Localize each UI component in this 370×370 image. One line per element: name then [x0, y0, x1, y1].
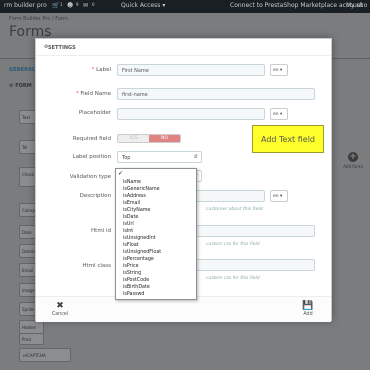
placeholder-input[interactable]: [117, 108, 265, 120]
validation-option[interactable]: isBirthDate: [123, 285, 150, 290]
validation-type-label: Validation type: [69, 174, 111, 180]
label-input[interactable]: First Name: [117, 64, 265, 76]
required-toggle[interactable]: YES NO: [117, 134, 181, 143]
field-name-input[interactable]: first-name: [117, 88, 315, 100]
field-type-prod[interactable]: Prod: [19, 333, 44, 345]
html-class-hint: custom css for this field: [206, 276, 260, 281]
validation-option[interactable]: isPercentage: [123, 257, 154, 262]
app-title[interactable]: rm builder pro: [4, 2, 47, 9]
html-class-label: Html class: [82, 263, 111, 269]
add-text-field-tag: Add Text field: [252, 125, 324, 153]
tab-general[interactable]: GENERAL: [9, 67, 35, 73]
field-name-label: * Field Name: [75, 91, 111, 97]
plus-icon: +: [348, 152, 358, 162]
quick-access-menu[interactable]: Quick Access ▾: [121, 2, 165, 9]
validation-option[interactable]: isGenericName: [123, 187, 160, 192]
add-form-button[interactable]: + Add formi: [338, 152, 368, 169]
field-type-hidden[interactable]: Hidden: [19, 320, 44, 334]
label-field-label: * Label: [91, 67, 111, 73]
validation-option[interactable]: isPasswd: [123, 292, 144, 297]
validation-option[interactable]: isName: [123, 180, 141, 185]
breadcrumb: Form Builder Pro / Form: [9, 16, 68, 22]
validation-option[interactable]: isUnsignedFloat: [123, 250, 161, 255]
validation-option[interactable]: isUrl: [123, 222, 134, 227]
validation-option[interactable]: isPostCode: [123, 278, 149, 283]
label-language-select[interactable]: en ▾: [270, 64, 288, 76]
cancel-label: Cancel: [51, 312, 69, 317]
validation-option[interactable]: isInt: [123, 229, 133, 234]
add-form-label: Add formi: [343, 164, 363, 169]
required-yes-option[interactable]: YES: [118, 135, 149, 142]
cancel-button[interactable]: ✖ Cancel: [48, 301, 72, 321]
description-label: Description: [79, 193, 111, 199]
label-position-value: Top: [122, 155, 131, 161]
my-shop-link[interactable]: My sho: [346, 2, 367, 9]
cart-icon[interactable]: 🛒: [52, 2, 59, 9]
placeholder-label: Placeholder: [78, 110, 111, 116]
modal-title: SETTINGS: [48, 45, 76, 51]
html-id-hint: custom css for this field: [206, 242, 260, 247]
description-hint: customer about this field.: [206, 207, 264, 212]
validation-option[interactable]: isFloat: [123, 243, 139, 248]
validation-option[interactable]: isEmail: [123, 201, 140, 206]
top-bar: rm builder pro 🛒 1 ☻ 9 ✉ 0 Quick Access …: [0, 0, 370, 13]
required-label: Required field: [72, 136, 111, 142]
validation-option[interactable]: isString: [123, 271, 141, 276]
validation-option[interactable]: isPrice: [123, 264, 139, 269]
users-count: 9: [76, 2, 79, 7]
validation-option[interactable]: isCityName: [123, 208, 150, 213]
validation-option[interactable]: isUnsignedInt: [123, 236, 156, 241]
save-icon: 💾: [302, 301, 314, 311]
users-icon[interactable]: ☻: [67, 2, 73, 9]
messages-count: 0: [92, 2, 95, 7]
validation-option[interactable]: isDate: [123, 215, 138, 220]
add-label: Add: [303, 312, 313, 317]
connect-link[interactable]: Connect to PrestaShop Marketplace accoun…: [230, 2, 363, 9]
chevron-updown-icon: ⇵: [193, 154, 198, 160]
checkmark-icon: ✓: [118, 170, 124, 177]
modal-header: ⚙ SETTINGS: [36, 39, 331, 56]
form-section-heading: ⚙ FORM: [9, 83, 32, 89]
cart-count: 1: [60, 2, 63, 7]
placeholder-language-select[interactable]: en ▾: [270, 108, 288, 120]
messages-icon[interactable]: ✉: [83, 2, 88, 9]
add-button[interactable]: 💾 Add: [296, 301, 320, 321]
label-position-select[interactable]: Top ⇵: [117, 151, 202, 163]
description-language-select[interactable]: en ▾: [270, 190, 288, 202]
validation-type-dropdown[interactable]: ✓ isName isGenericName isAddress isEmail…: [115, 168, 197, 300]
required-no-option[interactable]: NO: [149, 135, 180, 142]
html-id-label: Html id: [91, 228, 111, 234]
form-section-label: FORM: [15, 83, 32, 89]
field-type-recaptcha[interactable]: reCAPTCHA: [19, 348, 71, 362]
close-icon: ✖: [56, 301, 64, 311]
validation-option[interactable]: isAddress: [123, 194, 146, 199]
label-position-label: Label position: [72, 154, 111, 160]
